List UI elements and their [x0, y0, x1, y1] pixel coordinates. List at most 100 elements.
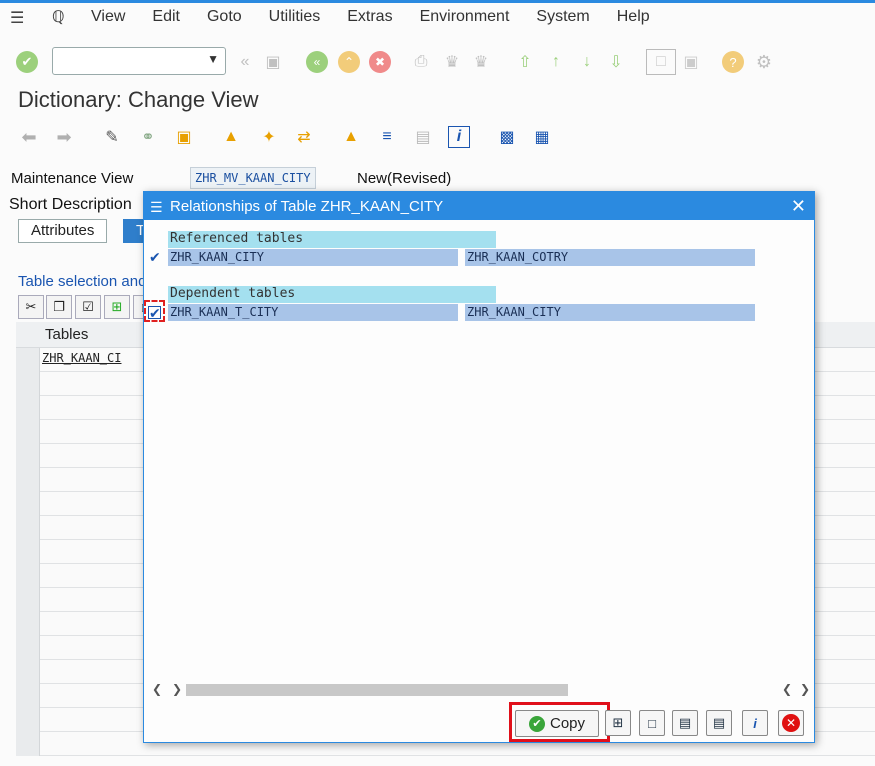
display-change-icon[interactable]: ✎ [101, 126, 123, 148]
menu-item-goto[interactable]: Goto [207, 8, 242, 26]
referenced-tables-header: Referenced tables [168, 231, 496, 248]
referenced-table-cell[interactable]: ZHR_KAAN_COTRY [465, 249, 755, 266]
horizontal-scrollbar[interactable]: ❮ ❯ ❮ ❯ [144, 680, 814, 698]
exit-icon[interactable]: ⌃ [338, 51, 360, 73]
dialog-title: Relationships of Table ZHR_KAAN_CITY [170, 197, 444, 215]
row-selector[interactable] [16, 564, 40, 588]
row-selector[interactable] [16, 516, 40, 540]
previous-page-icon[interactable]: ↑ [545, 51, 567, 73]
info-icon[interactable]: i [742, 710, 768, 736]
dependent-table-cell[interactable]: ZHR_KAAN_T_CITY [168, 304, 458, 321]
menu-item-environment[interactable]: Environment [420, 8, 510, 26]
referenced-checkbox[interactable]: ✔ [149, 250, 162, 264]
row-selector[interactable] [16, 492, 40, 516]
parking-icon[interactable]: ℚ [52, 7, 65, 27]
deselect-block-icon[interactable]: ▤ [706, 710, 732, 736]
menu-item-extras[interactable]: Extras [347, 8, 392, 26]
object-list-icon[interactable]: ≡ [376, 126, 398, 148]
dependent-checkbox[interactable]: ✔ [148, 306, 161, 320]
close-icon[interactable]: ✕ [791, 196, 806, 217]
shortcut-icon[interactable]: ▣ [680, 51, 702, 73]
chevron-down-icon[interactable]: ▼ [207, 52, 219, 66]
menu-item-system[interactable]: System [536, 8, 589, 26]
table-display-icon[interactable]: ▤ [412, 126, 434, 148]
table-selection-heading: Table selection and [18, 273, 147, 290]
save-icon[interactable]: ▣ [262, 51, 284, 73]
select-block-icon[interactable]: ▤ [672, 710, 698, 736]
enter-icon[interactable]: ✔ [16, 51, 38, 73]
where-used-icon[interactable]: ⇄ [293, 126, 315, 148]
hierarchy-icon[interactable]: ▲ [340, 126, 362, 148]
row-selector[interactable] [16, 588, 40, 612]
column-header-tables[interactable]: Tables [45, 326, 88, 343]
scroll-left-icon[interactable]: ❮ [152, 682, 162, 696]
copy-icon[interactable]: ❐ [46, 295, 72, 319]
activate-icon[interactable]: ✦ [258, 126, 280, 148]
insert-row-icon[interactable]: ⊞ [104, 295, 130, 319]
row-selector[interactable] [16, 684, 40, 708]
scrollbar-thumb[interactable] [186, 684, 568, 696]
first-page-nav-icon[interactable]: ⇧ [514, 51, 536, 73]
row-selector[interactable] [16, 612, 40, 636]
row-selector[interactable] [16, 420, 40, 444]
row-selector[interactable] [16, 636, 40, 660]
menu-item-help[interactable]: Help [617, 8, 650, 26]
print-icon[interactable]: ⎙ [410, 51, 432, 73]
row-selector[interactable] [16, 732, 40, 756]
page-title: Dictionary: Change View [18, 87, 259, 112]
table-cell[interactable]: ZHR_KAAN_CI [42, 351, 121, 365]
check-icon[interactable]: ▲ [220, 126, 242, 148]
columns-icon[interactable]: ▦ [531, 126, 553, 148]
cut-icon[interactable]: ✂ [18, 295, 44, 319]
row-selector[interactable] [16, 660, 40, 684]
menu-icon[interactable]: ☰ [150, 199, 164, 215]
scroll-right-icon[interactable]: ❯ [800, 682, 810, 696]
new-session-icon[interactable]: □ [646, 49, 676, 75]
maintenance-view-field[interactable]: ZHR_MV_KAAN_CITY [190, 167, 316, 189]
referenced-table-cell[interactable]: ZHR_KAAN_CITY [168, 249, 458, 266]
scroll-right-icon[interactable]: ❯ [172, 682, 182, 696]
row-selector[interactable] [16, 468, 40, 492]
last-page-icon[interactable]: ⇩ [605, 51, 627, 73]
tab-attributes[interactable]: Attributes [18, 219, 108, 243]
find-next-icon[interactable]: ♛ [470, 51, 492, 73]
arrow-right-icon[interactable]: ➡ [53, 126, 75, 148]
paste-icon[interactable]: ☑ [75, 295, 101, 319]
cancel-icon[interactable]: ✖ [369, 51, 391, 73]
row-selector[interactable] [16, 396, 40, 420]
cancel-icon: ✕ [782, 714, 800, 732]
copy-button[interactable]: ✔ Copy [515, 710, 599, 737]
short-description-label: Short Description [9, 196, 132, 213]
dialog-title-bar[interactable]: ☰ Relationships of Table ZHR_KAAN_CITY ✕ [144, 192, 814, 220]
cancel-button[interactable]: ✕ [778, 710, 804, 736]
row-selector[interactable] [16, 444, 40, 468]
row-selector[interactable] [16, 372, 40, 396]
command-field[interactable]: ▼ [52, 47, 226, 75]
menu-item-view[interactable]: View [91, 8, 125, 26]
next-page-icon[interactable]: ↓ [576, 51, 598, 73]
info-icon[interactable]: i [448, 126, 470, 148]
deselect-all-icon[interactable]: □ [639, 710, 665, 736]
structure-icon[interactable]: ▩ [496, 126, 518, 148]
back-icon[interactable]: « [306, 51, 328, 73]
gear-icon[interactable]: ⚙ [753, 51, 775, 73]
menu-item-utilities[interactable]: Utilities [269, 8, 321, 26]
application-toolbar: ⬅ ➡ ✎ ⚭ ▣ ▲ ✦ ⇄ ▲ ≡ ▤ i ▩ ▦ [0, 118, 875, 158]
maintenance-view-label: Maintenance View [11, 170, 134, 187]
select-all-icon[interactable]: ⊞ [605, 710, 631, 736]
relationships-dialog: ☰ Relationships of Table ZHR_KAAN_CITY ✕… [143, 191, 815, 743]
first-page-icon[interactable]: « [234, 51, 256, 73]
menu-icon[interactable]: ☰ [10, 8, 24, 28]
dependent-table-cell[interactable]: ZHR_KAAN_CITY [465, 304, 755, 321]
other-object-icon[interactable]: ▣ [173, 126, 195, 148]
row-selector[interactable] [16, 540, 40, 564]
find-icon[interactable]: ♛ [441, 51, 463, 73]
help-icon[interactable]: ? [722, 51, 744, 73]
menu-bar: ☰ ℚ View Edit Goto Utilities Extras Envi… [0, 3, 875, 33]
row-selector[interactable] [16, 708, 40, 732]
row-selector[interactable] [16, 348, 40, 372]
active-inactive-icon[interactable]: ⚭ [137, 126, 159, 148]
menu-item-edit[interactable]: Edit [152, 8, 180, 26]
scroll-left-icon[interactable]: ❮ [782, 682, 792, 696]
arrow-left-icon[interactable]: ⬅ [18, 126, 40, 148]
